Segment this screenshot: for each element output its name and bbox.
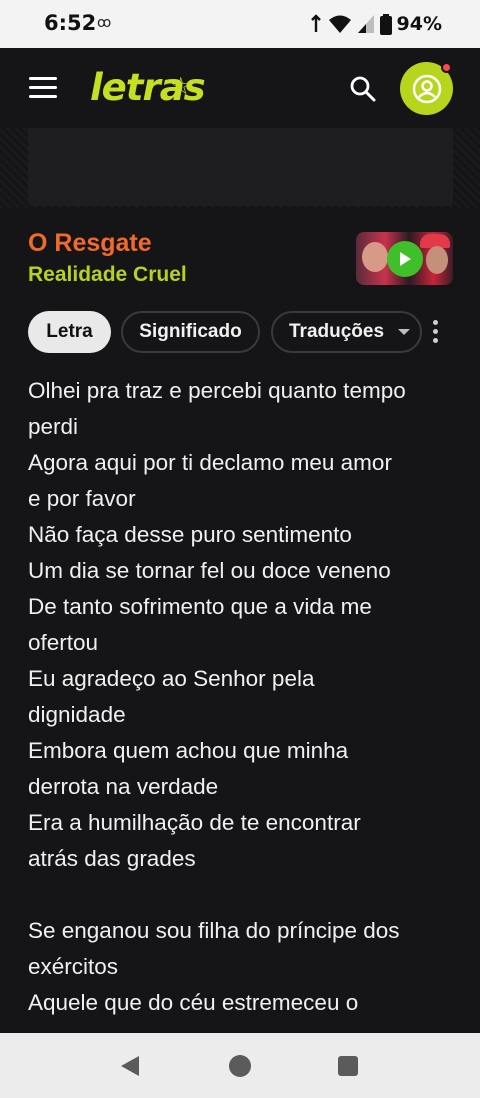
stanza-break bbox=[28, 877, 448, 913]
lyric-line: Eu agradeço ao Senhor pela bbox=[28, 666, 315, 691]
lyric-line: Um dia se tornar fel ou doce veneno bbox=[28, 558, 391, 583]
lyrics-body: Olhei pra traz e percebi quanto tempo pe… bbox=[28, 373, 448, 1021]
lyric-line: Olhei pra traz e percebi quanto tempo bbox=[28, 378, 406, 403]
home-icon[interactable] bbox=[229, 1055, 251, 1077]
tab-traducoes[interactable]: Traduções bbox=[271, 311, 422, 353]
lyric-line: perdi bbox=[28, 414, 79, 439]
signal-icon bbox=[357, 15, 374, 33]
lyric-line: De tanto sofrimento que a vida me bbox=[28, 594, 372, 619]
hamburger-menu-icon[interactable] bbox=[29, 77, 57, 99]
lyric-line: Embora quem achou que minha bbox=[28, 738, 349, 763]
search-icon[interactable] bbox=[349, 75, 377, 103]
lyric-line: e por favor bbox=[28, 486, 136, 511]
phone-screen: 6:52 ꝏ 94% letras ☆ O Resgate Realidade … bbox=[0, 0, 480, 1098]
play-button[interactable] bbox=[387, 241, 423, 277]
back-icon[interactable] bbox=[119, 1055, 141, 1077]
more-options-icon[interactable] bbox=[431, 320, 439, 344]
lyric-line: ofertou bbox=[28, 630, 99, 655]
song-title: O Resgate bbox=[28, 229, 152, 257]
lyric-line: Não faça desse puro sentimento bbox=[28, 522, 352, 547]
lyrics-tabs: Letra Significado Traduções bbox=[28, 311, 480, 353]
lyric-line: Aquele que do céu estremeceu o bbox=[28, 990, 359, 1015]
play-icon bbox=[400, 252, 411, 266]
lyric-line: exércitos bbox=[28, 954, 119, 979]
notification-icon: ꝏ bbox=[97, 15, 112, 31]
tab-traducoes-label: Traduções bbox=[289, 321, 385, 342]
status-time: 6:52 bbox=[44, 11, 97, 35]
wifi-icon bbox=[328, 15, 351, 33]
tab-significado[interactable]: Significado bbox=[121, 311, 260, 353]
recent-apps-icon[interactable] bbox=[338, 1056, 358, 1076]
battery-percent: 94% bbox=[396, 13, 442, 35]
ad-banner-slot bbox=[28, 128, 453, 206]
notification-dot bbox=[441, 62, 452, 73]
lyric-line: Agora aqui por ti declamo meu amor bbox=[28, 450, 392, 475]
letras-app: letras ☆ O Resgate Realidade Cruel Letra… bbox=[0, 48, 480, 1033]
status-indicators: 94% bbox=[309, 13, 442, 35]
lyric-line: Era a humilhação de te encontrar bbox=[28, 810, 361, 835]
tab-letra[interactable]: Letra bbox=[28, 311, 111, 353]
logo-star-icon: ☆ bbox=[170, 73, 192, 100]
user-icon bbox=[412, 74, 441, 103]
artist-link[interactable]: Realidade Cruel bbox=[28, 263, 187, 287]
app-header: letras ☆ bbox=[0, 48, 480, 128]
lyric-line: atrás das grades bbox=[28, 846, 196, 871]
chevron-down-icon bbox=[398, 329, 410, 335]
status-bar: 6:52 ꝏ 94% bbox=[0, 0, 480, 48]
lyric-line: Se enganou sou filha do príncipe dos bbox=[28, 918, 400, 943]
system-nav-bar bbox=[0, 1033, 480, 1098]
hotspot-icon bbox=[310, 14, 321, 32]
lyric-line: dignidade bbox=[28, 702, 126, 727]
battery-icon bbox=[379, 13, 392, 35]
lyric-line: derrota na verdade bbox=[28, 774, 219, 799]
